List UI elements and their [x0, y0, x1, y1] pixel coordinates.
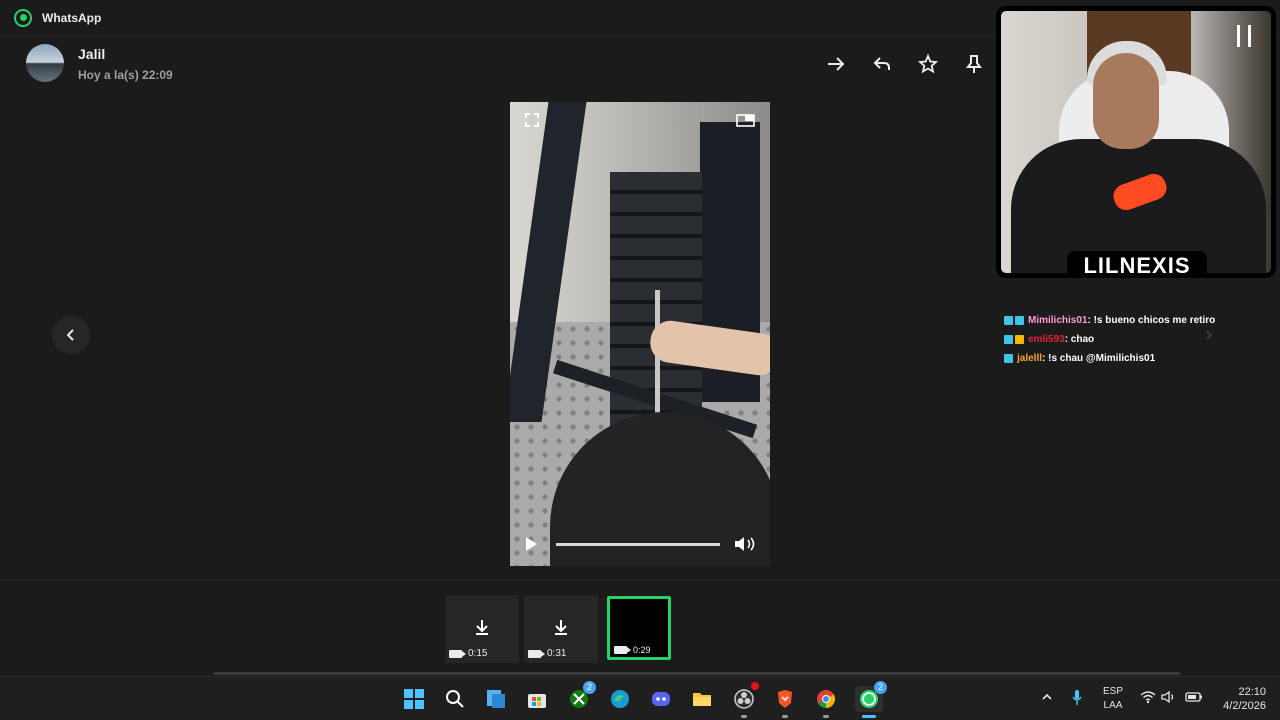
download-icon[interactable]: [551, 617, 571, 637]
wifi-icon[interactable]: [1140, 690, 1156, 704]
chevron-left-icon: [66, 329, 74, 341]
sender-time: Hoy a la(s) 22:09: [78, 68, 173, 82]
language-code: ESP: [1102, 686, 1123, 697]
chrome-button[interactable]: [813, 686, 839, 718]
chat-username: jalelll: [1017, 353, 1043, 364]
media-thumbnail[interactable]: 0:15: [445, 595, 519, 663]
chevron-up-icon[interactable]: [1041, 691, 1053, 703]
store-button[interactable]: [524, 686, 550, 712]
thumbnail-scrollbar[interactable]: [214, 672, 1180, 675]
download-icon[interactable]: [472, 617, 492, 637]
obs-button[interactable]: [731, 682, 759, 718]
task-view-button[interactable]: [483, 686, 509, 712]
whatsapp-button[interactable]: 2: [855, 681, 887, 718]
chat-message: jalelll : !s chau @Mimilichis01: [1004, 349, 1280, 368]
badge-icon: [1004, 316, 1013, 325]
sender-name: Jalil: [78, 46, 106, 62]
video-camera-icon: [449, 649, 466, 658]
notification-badge: 2: [874, 681, 887, 694]
video-progress-bar[interactable]: [556, 543, 720, 546]
discord-button[interactable]: [648, 686, 674, 712]
folder-icon: [693, 693, 711, 706]
media-thumbnail-strip: 0:15 0:31 0:29: [0, 580, 1280, 676]
start-button[interactable]: [401, 686, 427, 712]
recording-indicator-icon: [751, 682, 759, 690]
chat-username: Mimilichis01: [1028, 315, 1088, 326]
media-thumbnail-selected[interactable]: 0:29: [607, 596, 671, 660]
taskbar: 2 2 ESP LAA 22:10 4/2/2026: [0, 676, 1280, 720]
chat-username: emli593: [1028, 334, 1065, 345]
input-language[interactable]: ESP LAA: [1101, 685, 1125, 713]
webcam-overlay: LILNEXIS: [996, 6, 1276, 278]
edge-button[interactable]: [607, 686, 633, 712]
discord-icon: [652, 692, 670, 706]
chat-text: : !s chau @Mimilichis01: [1042, 353, 1156, 364]
search-icon: [446, 690, 464, 708]
video-camera-icon: [614, 646, 631, 654]
badge-icon: [1015, 316, 1024, 325]
badge-icon: [1004, 335, 1013, 344]
app-title: WhatsApp: [42, 10, 102, 25]
keyboard-layout: LAA: [1103, 700, 1123, 711]
clock-date: 4/2/2026: [1223, 700, 1266, 712]
system-clock[interactable]: 22:10 4/2/2026: [1210, 685, 1266, 713]
media-toolbar: [826, 52, 984, 76]
media-duration: 0:29: [633, 645, 651, 655]
file-explorer-button[interactable]: [689, 686, 715, 712]
pause-icon: [1237, 25, 1251, 47]
xbox-button[interactable]: 2: [566, 681, 596, 712]
obs-icon: [734, 689, 754, 709]
microphone-icon[interactable]: [1071, 689, 1083, 707]
streamer-name: LILNEXIS: [1067, 251, 1207, 273]
avatar[interactable]: [26, 44, 64, 82]
chat-text: : chao: [1064, 334, 1095, 345]
store-icon: [528, 694, 546, 708]
reply-icon[interactable]: [872, 52, 892, 76]
task-view-icon: [487, 690, 505, 708]
video-player[interactable]: [510, 102, 770, 566]
stream-chat: Mimilichis01 : !s bueno chicos me retiro…: [1004, 311, 1280, 368]
crown-icon: [1015, 335, 1024, 344]
media-thumbnail[interactable]: 0:31: [524, 595, 598, 663]
picture-in-picture-icon[interactable]: [736, 112, 756, 128]
chat-message: Mimilichis01 : !s bueno chicos me retiro: [1004, 311, 1280, 330]
forward-icon[interactable]: [826, 52, 846, 76]
previous-media-button[interactable]: [52, 316, 90, 354]
media-duration: 0:15: [468, 648, 488, 659]
chrome-icon: [817, 690, 836, 708]
play-icon[interactable]: [522, 534, 540, 554]
fullscreen-icon[interactable]: [524, 112, 540, 128]
brave-icon: [778, 690, 792, 708]
badge-icon: [1004, 354, 1013, 363]
search-button[interactable]: [442, 686, 468, 712]
pin-icon[interactable]: [964, 52, 984, 76]
windows-icon: [404, 689, 424, 709]
video-camera-icon: [528, 649, 545, 658]
battery-icon[interactable]: [1185, 690, 1203, 704]
chat-text: : !s bueno chicos me retiro: [1087, 315, 1216, 326]
whatsapp-logo-icon: [14, 8, 32, 27]
notification-badge: 2: [583, 681, 596, 694]
media-sender-info[interactable]: Jalil Hoy a la(s) 22:09: [26, 44, 173, 82]
clock-time: 22:10: [1238, 686, 1266, 698]
chat-message: emli593 : chao: [1004, 330, 1280, 349]
star-icon[interactable]: [918, 52, 938, 76]
volume-icon[interactable]: [732, 534, 760, 554]
volume-icon[interactable]: [1161, 690, 1177, 704]
media-duration: 0:31: [547, 648, 567, 659]
brave-button[interactable]: [772, 686, 798, 718]
edge-icon: [611, 690, 629, 708]
